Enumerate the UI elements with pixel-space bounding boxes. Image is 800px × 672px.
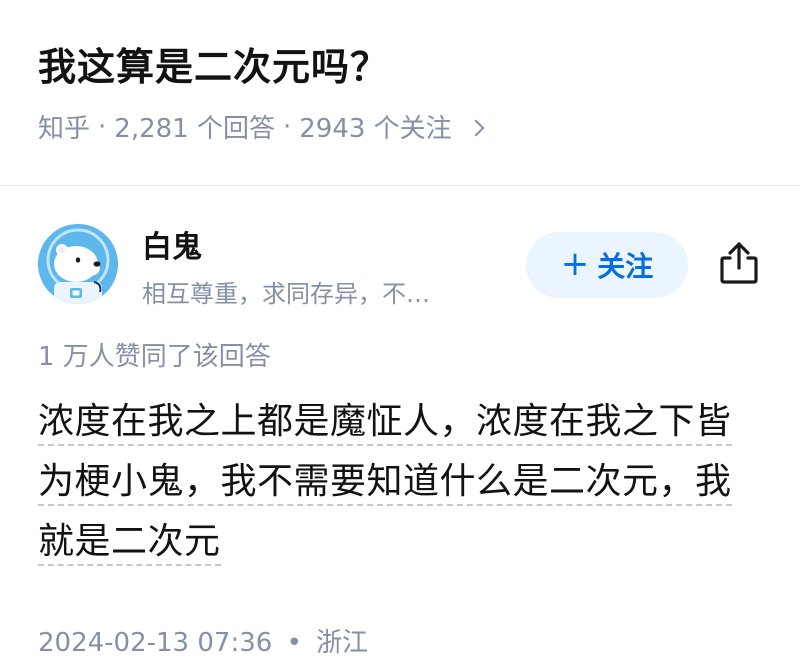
question-header: 我这算是二次元吗？ 知乎 · 2,281 个回答 · 2943 个关注 (0, 0, 800, 186)
answer-content[interactable]: 浓度在我之上都是魔怔人，浓度在我之下皆 为梗小鬼，我不需要知道什么是二次元，我 … (38, 392, 768, 572)
follow-button[interactable]: + 关注 (526, 232, 688, 298)
answer-count: 2,281 个回答 (114, 114, 275, 144)
follower-count: 2943 个关注 (299, 114, 452, 144)
section-divider (0, 185, 800, 186)
answer-location: 浙江 (316, 628, 369, 658)
meta-separator: · (282, 111, 292, 142)
answer-line: 浓度在我之上都是魔怔人，浓度在我之下皆 (38, 401, 732, 446)
polar-bear-astronaut-avatar (38, 224, 118, 304)
source-label: 知乎 (38, 114, 91, 144)
author-avatar[interactable] (38, 224, 118, 304)
meta-separator: · (98, 111, 107, 142)
answer-meta: 2024-02-13 07:36 • 浙江 (38, 622, 368, 659)
question-meta[interactable]: 知乎 · 2,281 个回答 · 2943 个关注 (38, 108, 485, 145)
follow-button-label: 关注 (597, 250, 654, 283)
author-bio: 相互尊重，求同存异，不… (142, 280, 430, 308)
answer-line: 为梗小鬼，我不需要知道什么是二次元，我 (38, 461, 732, 506)
question-title[interactable]: 我这算是二次元吗？ (38, 36, 389, 91)
author-name[interactable]: 白鬼 (142, 222, 202, 266)
share-button[interactable] (712, 236, 766, 290)
upvote-count: 1 万人赞同了该回答 (38, 342, 271, 372)
answer-line: 就是二次元 (38, 521, 221, 566)
chevron-right-icon[interactable] (467, 119, 485, 136)
meta-separator: • (286, 628, 302, 658)
share-icon (720, 242, 758, 284)
plus-icon: + (560, 243, 590, 284)
answer-timestamp: 2024-02-13 07:36 (38, 628, 273, 658)
